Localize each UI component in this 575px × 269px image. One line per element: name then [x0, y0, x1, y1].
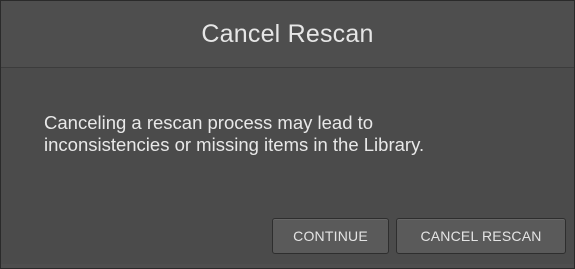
dialog-title-bar: Cancel Rescan [1, 1, 574, 68]
continue-button[interactable]: CONTINUE [272, 218, 389, 254]
dialog-message: Canceling a rescan process may lead to i… [44, 112, 544, 156]
dialog-title: Cancel Rescan [201, 19, 374, 48]
message-line-1: Canceling a rescan process may lead to [44, 112, 374, 133]
cancel-rescan-button[interactable]: CANCEL RESCAN [396, 218, 566, 254]
dialog-body: Canceling a rescan process may lead to i… [1, 68, 574, 264]
cancel-rescan-dialog: Cancel Rescan Canceling a rescan process… [0, 0, 575, 269]
message-line-2: inconsistencies or missing items in the … [44, 134, 425, 155]
